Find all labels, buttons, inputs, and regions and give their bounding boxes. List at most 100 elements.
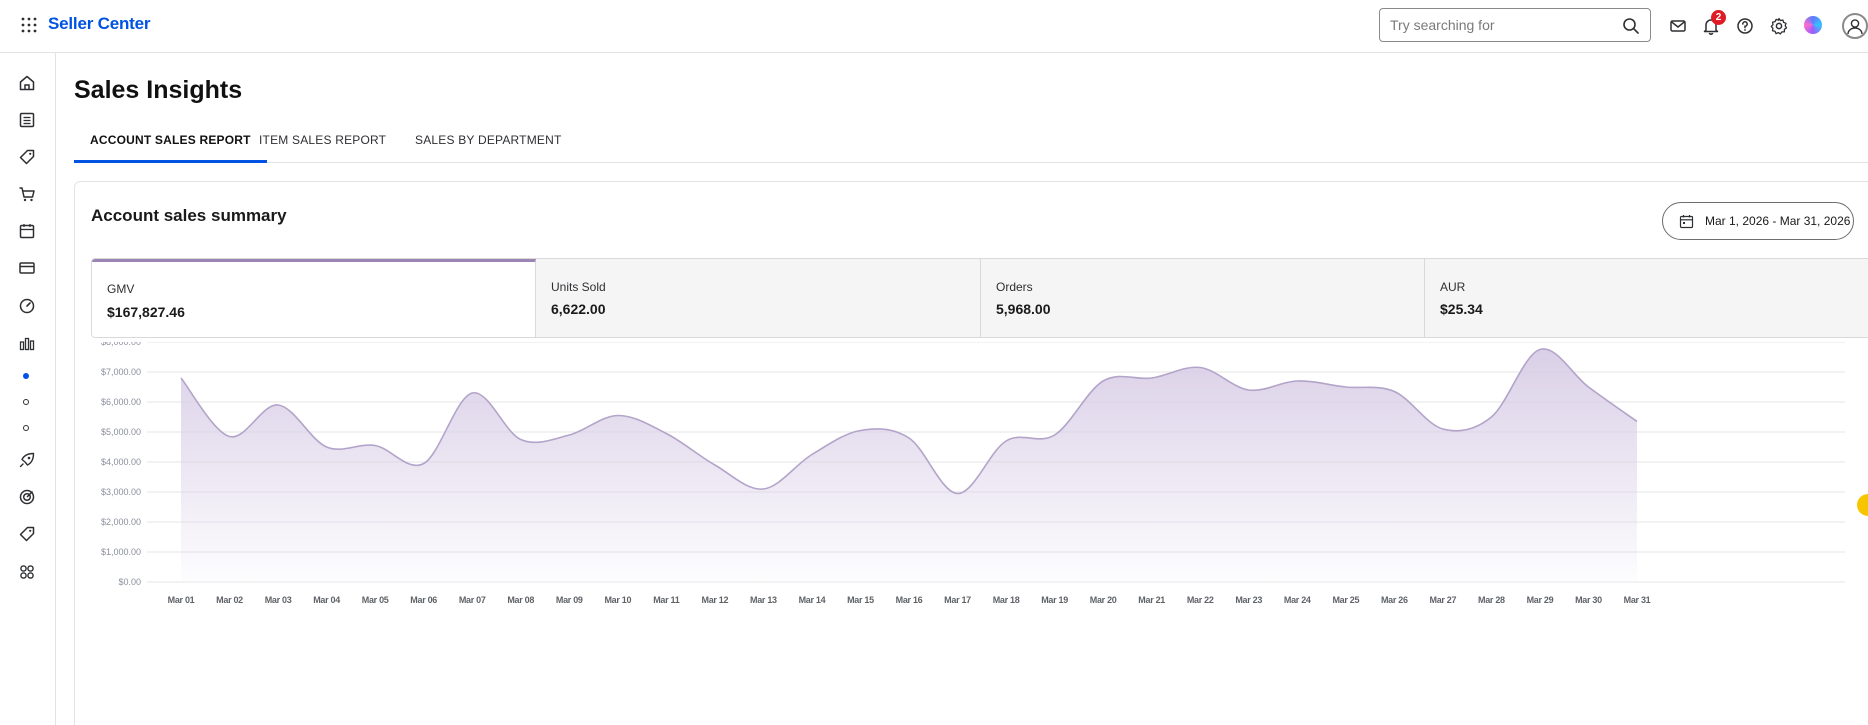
app-launcher-icon[interactable] [20, 16, 38, 34]
metric-tile-aur[interactable]: AUR $25.34 [1425, 259, 1868, 337]
search-box [1379, 8, 1651, 42]
date-range-label: Mar 1, 2026 - Mar 31, 2026 [1705, 214, 1851, 228]
data-point [1150, 376, 1154, 380]
data-point [1101, 379, 1105, 383]
data-point [276, 403, 280, 407]
y-tick-label: $5,000.00 [101, 427, 141, 437]
calendar-box-icon[interactable] [17, 221, 37, 241]
data-point [1295, 379, 1299, 383]
data-point [907, 436, 911, 440]
x-tick-label: Mar 17 [944, 595, 971, 605]
price-tag-icon[interactable] [17, 524, 37, 544]
data-point [713, 463, 717, 467]
brand-name[interactable]: Seller Center [48, 14, 150, 34]
metric-tile-orders[interactable]: Orders 5,968.00 [981, 259, 1425, 337]
y-tick-label: $4,000.00 [101, 457, 141, 467]
x-tick-label: Mar 16 [896, 595, 923, 605]
metric-value: $167,827.46 [107, 304, 185, 320]
bar-chart-icon[interactable] [17, 333, 37, 353]
sidebar [0, 53, 56, 725]
assistant-orb-icon[interactable] [1804, 16, 1822, 34]
x-tick-label: Mar 11 [653, 595, 680, 605]
y-tick-label: $6,000.00 [101, 397, 141, 407]
data-point [810, 453, 814, 457]
metric-value: 6,622.00 [551, 301, 606, 317]
mail-icon[interactable] [1668, 16, 1688, 36]
data-point [179, 376, 183, 380]
metric-tile-gmv[interactable]: GMV $167,827.46 [92, 259, 536, 337]
data-point [567, 433, 571, 437]
metric-tiles: GMV $167,827.46 Units Sold 6,622.00 Orde… [91, 258, 1868, 338]
user-icon [1847, 19, 1863, 35]
x-tick-label: Mar 10 [604, 595, 631, 605]
metric-value: 5,968.00 [996, 301, 1051, 317]
metric-label: GMV [107, 282, 135, 296]
notification-badge: 2 [1711, 10, 1726, 25]
top-bar: Seller Center 2 [0, 0, 1868, 53]
y-tick-label: $2,000.00 [101, 517, 141, 527]
data-point [858, 429, 862, 433]
x-tick-label: Mar 09 [556, 595, 583, 605]
cart-icon[interactable] [17, 184, 37, 204]
tag-icon[interactable] [17, 147, 37, 167]
target-icon[interactable] [17, 487, 37, 507]
list-icon[interactable] [17, 110, 37, 130]
gauge-icon[interactable] [17, 296, 37, 316]
y-tick-label: $7,000.00 [101, 367, 141, 377]
series-area [181, 348, 1637, 582]
x-tick-label: Mar 29 [1527, 595, 1554, 605]
x-tick-label: Mar 12 [702, 595, 729, 605]
tab-sales-by-department[interactable]: SALES BY DEPARTMENT [399, 126, 578, 163]
data-point [761, 487, 765, 491]
data-point [956, 492, 960, 496]
gmv-area-chart: $0.00 $1,000.00 $2,000.00 $3,000.00 $4,000.0… [101, 342, 1845, 605]
sub-nav-dot-active[interactable] [23, 373, 29, 379]
gear-icon[interactable] [1769, 16, 1789, 36]
data-point [1586, 385, 1590, 389]
metric-value: $25.34 [1440, 301, 1483, 317]
apps-icon[interactable] [17, 562, 37, 582]
y-tick-label: $0.00 [118, 577, 141, 587]
data-point [664, 432, 668, 436]
date-range-button[interactable]: Mar 1, 2026 - Mar 31, 2026 [1662, 202, 1854, 240]
home-icon[interactable] [17, 73, 37, 93]
search-icon[interactable] [1622, 17, 1640, 35]
x-tick-label: Mar 24 [1284, 595, 1311, 605]
x-tick-label: Mar 19 [1041, 595, 1068, 605]
tab-item-sales-report[interactable]: ITEM SALES REPORT [243, 126, 402, 163]
credit-card-icon[interactable] [17, 258, 37, 278]
rocket-icon[interactable] [17, 450, 37, 470]
summary-title: Account sales summary [91, 206, 287, 225]
x-tick-label: Mar 22 [1187, 595, 1214, 605]
x-tick-label: Mar 27 [1430, 595, 1457, 605]
calendar-icon [1679, 215, 1694, 229]
x-tick-label: Mar 28 [1478, 595, 1505, 605]
data-point [616, 414, 620, 418]
sub-nav-dot[interactable] [23, 425, 29, 431]
data-point [1538, 348, 1542, 352]
x-tick-label: Mar 20 [1090, 595, 1117, 605]
avatar[interactable] [1842, 13, 1868, 39]
data-point [373, 444, 377, 448]
x-tick-label: Mar 08 [507, 595, 534, 605]
x-tick-label: Mar 18 [993, 595, 1020, 605]
x-tick-label: Mar 21 [1138, 595, 1165, 605]
data-point [1489, 415, 1493, 419]
report-tabs: ACCOUNT SALES REPORT ITEM SALES REPORT S… [74, 126, 1868, 163]
metric-tile-units-sold[interactable]: Units Sold 6,622.00 [536, 259, 981, 337]
x-tick-label: Mar 05 [362, 595, 389, 605]
x-tick-label: Mar 13 [750, 595, 777, 605]
y-tick-label: $8,000.00 [101, 342, 141, 347]
x-tick-label: Mar 26 [1381, 595, 1408, 605]
data-point [1344, 385, 1348, 389]
help-icon[interactable] [1735, 16, 1755, 36]
sub-nav-dot[interactable] [23, 399, 29, 405]
y-tick-label: $3,000.00 [101, 487, 141, 497]
x-tick-label: Mar 14 [799, 595, 826, 605]
tab-account-sales-report[interactable]: ACCOUNT SALES REPORT [74, 126, 267, 163]
data-point [1198, 366, 1202, 370]
account-sales-summary-card: Account sales summary Mar 1, 2026 - Mar … [74, 181, 1868, 725]
data-point [422, 462, 426, 466]
search-input[interactable] [1390, 15, 1610, 35]
x-tick-label: Mar 25 [1332, 595, 1359, 605]
